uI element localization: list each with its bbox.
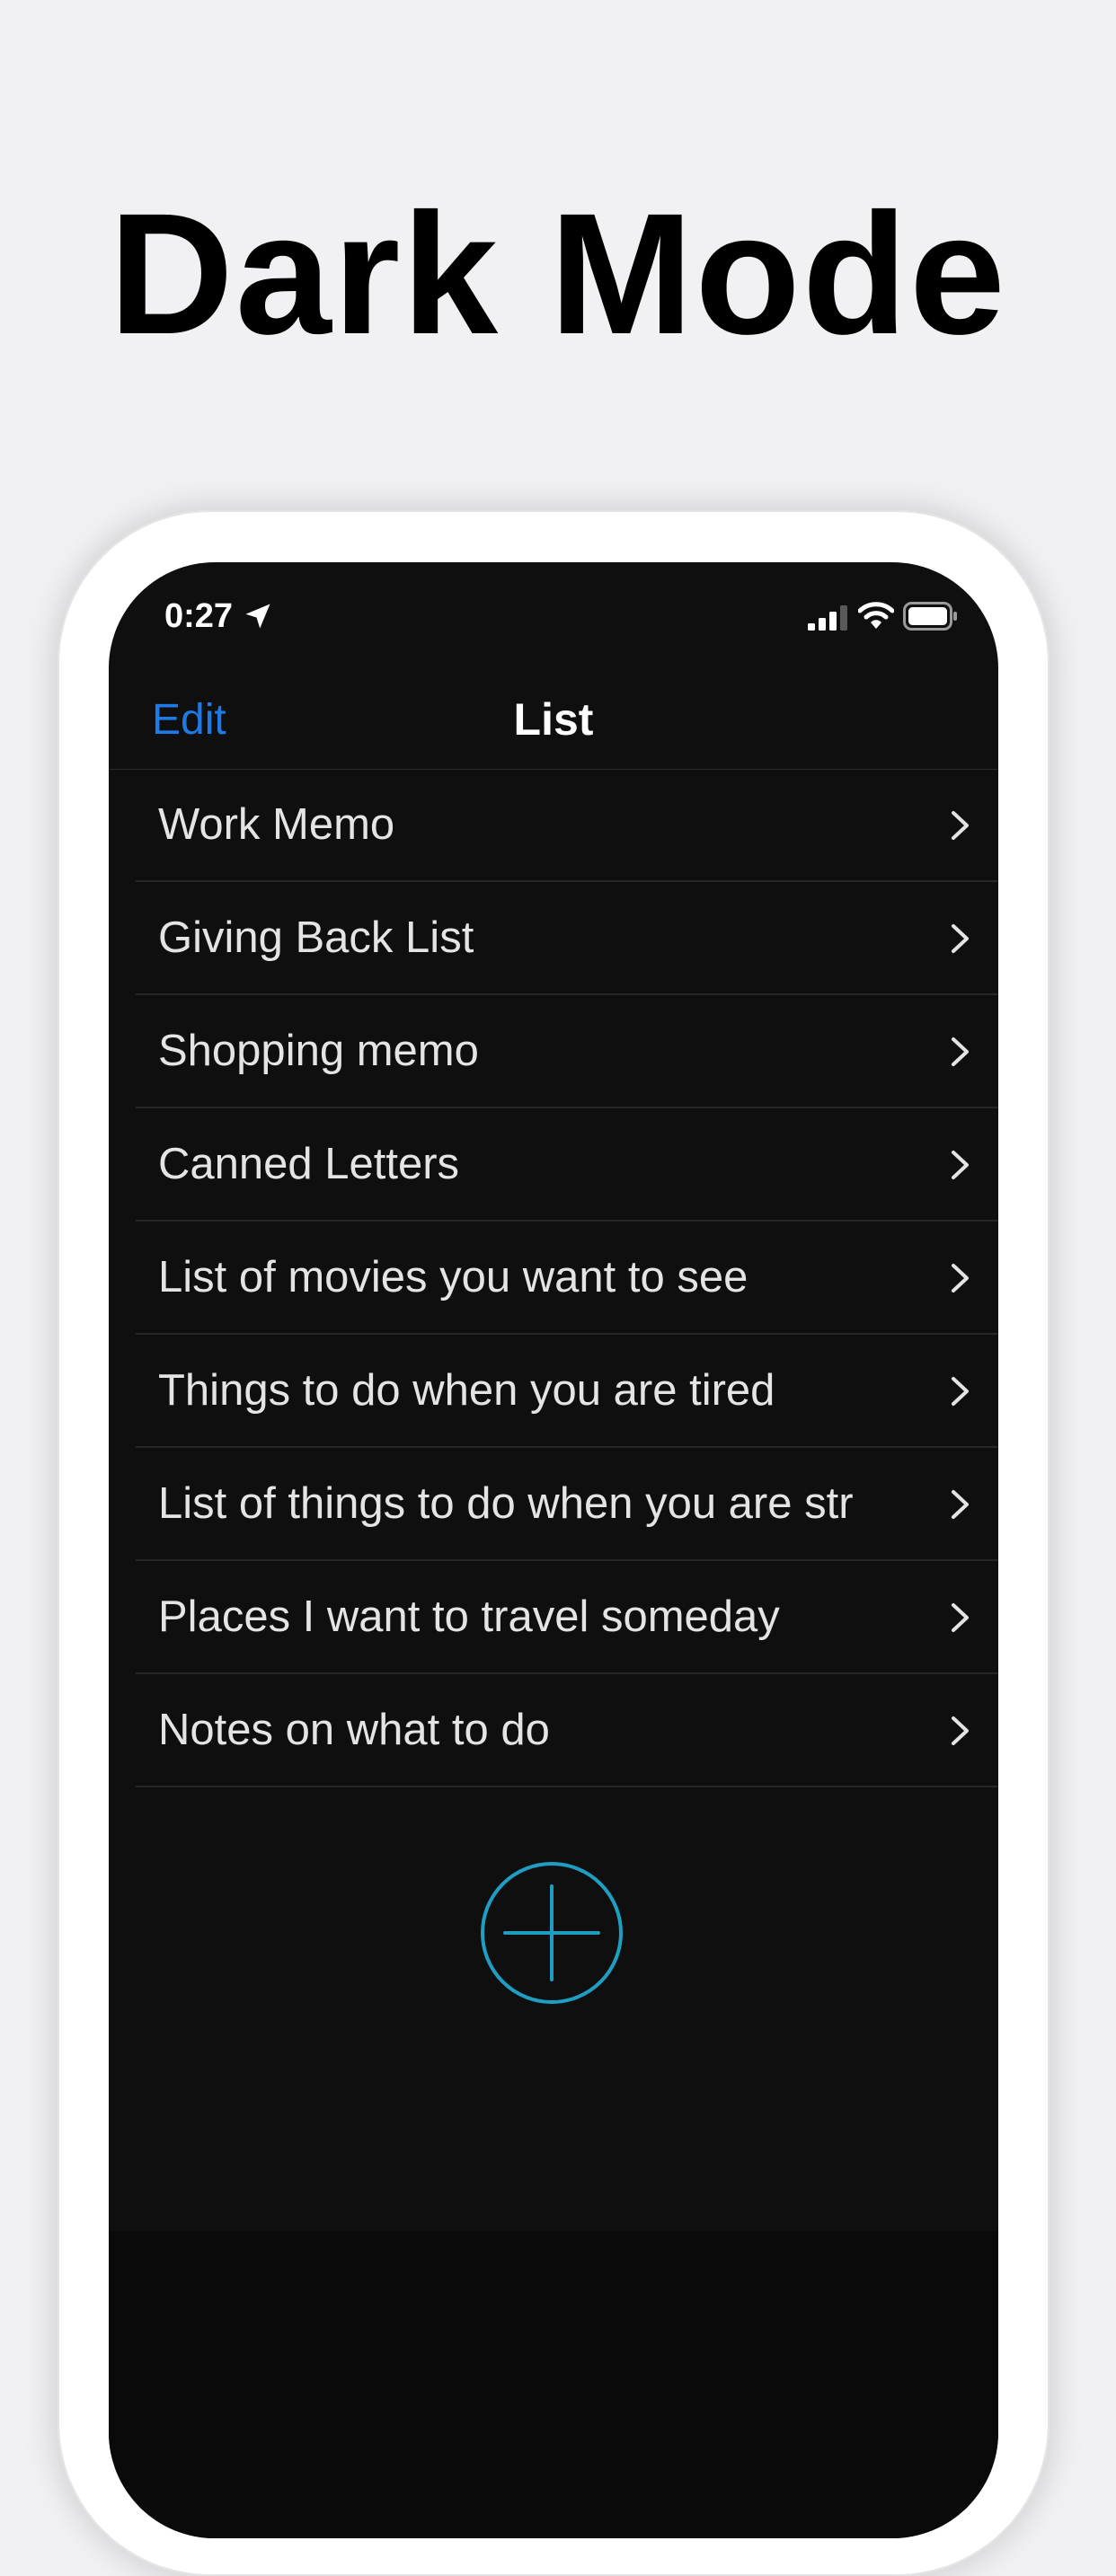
cellular-signal-icon: [808, 605, 847, 631]
bottom-safe-area: [109, 2231, 998, 2538]
chevron-right-icon: [952, 1037, 969, 1066]
list-item-label: Things to do when you are tired: [158, 1366, 775, 1415]
chevron-right-icon: [952, 1490, 969, 1519]
list-item[interactable]: List of things to do when you are str: [136, 1448, 998, 1561]
list-item-label: Giving Back List: [158, 913, 474, 962]
chevron-right-icon: [952, 1264, 969, 1292]
chevron-right-icon: [952, 811, 969, 840]
list-item[interactable]: Giving Back List: [136, 882, 998, 995]
chevron-right-icon: [952, 1377, 969, 1406]
battery-icon: [903, 602, 957, 631]
location-arrow-icon: [245, 604, 270, 629]
status-time: 0:27: [164, 597, 234, 635]
chevron-right-icon: [952, 1603, 969, 1632]
list-item[interactable]: Things to do when you are tired: [136, 1335, 998, 1448]
list-item[interactable]: Canned Letters: [136, 1108, 998, 1222]
app-screen: 0:27 Edit List Work Memo Giving Back Lis…: [109, 562, 998, 2538]
list-item[interactable]: Places I want to travel someday: [136, 1561, 998, 1674]
promo-headline: Dark Mode: [109, 177, 1007, 370]
wifi-icon: [858, 602, 894, 629]
list-item[interactable]: Work Memo: [136, 769, 998, 882]
list-item-label: Work Memo: [158, 800, 395, 849]
status-bar: 0:27: [109, 562, 998, 670]
chevron-right-icon: [952, 1716, 969, 1745]
memo-list: Work Memo Giving Back List Shopping memo…: [136, 769, 998, 1787]
list-item[interactable]: Notes on what to do: [136, 1674, 998, 1787]
plus-circle-icon: [481, 1862, 623, 2004]
list-item-label: List of movies you want to see: [158, 1253, 748, 1301]
chevron-right-icon: [952, 1151, 969, 1179]
navigation-bar: Edit List: [109, 670, 998, 770]
list-item[interactable]: Shopping memo: [136, 995, 998, 1108]
page-title: List: [513, 694, 594, 745]
list-item-label: Notes on what to do: [158, 1706, 550, 1754]
list-item-label: Shopping memo: [158, 1027, 479, 1075]
list-item-label: Canned Letters: [158, 1140, 460, 1188]
add-item-button[interactable]: [480, 1861, 624, 2005]
chevron-right-icon: [952, 924, 969, 953]
list-item-label: List of things to do when you are str: [158, 1479, 854, 1528]
list-item[interactable]: List of movies you want to see: [136, 1222, 998, 1335]
list-item-label: Places I want to travel someday: [158, 1592, 780, 1641]
